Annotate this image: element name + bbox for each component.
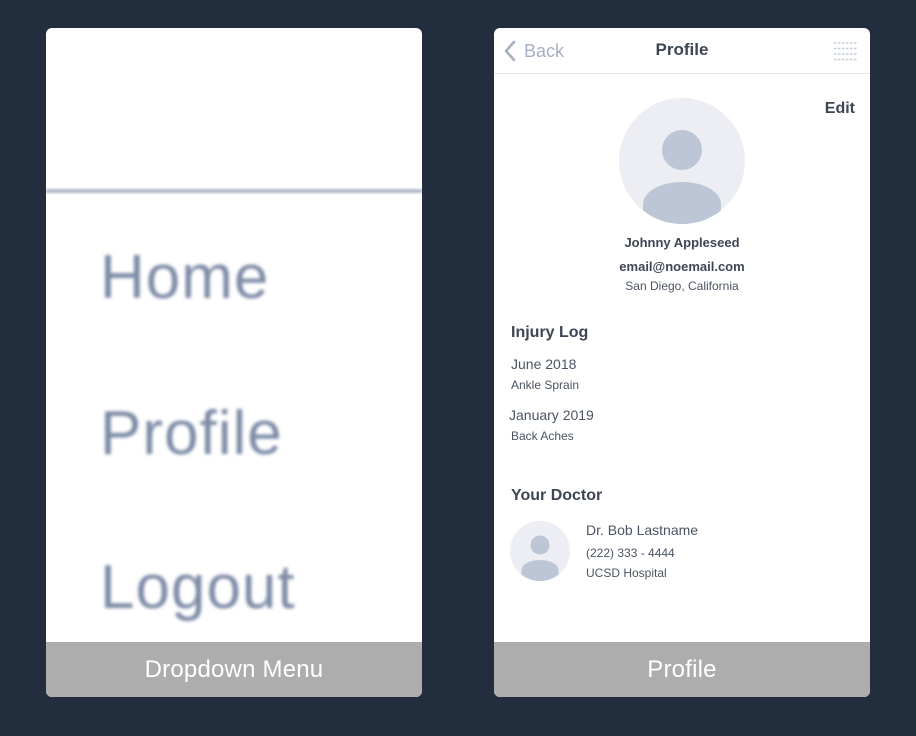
- menu-divider: [46, 189, 422, 193]
- card-caption-profile: Profile: [494, 642, 870, 697]
- user-email: email@noemail.com: [619, 259, 745, 274]
- dropdown-menu-card: Home Profile Logout Dropdown Menu: [46, 28, 422, 697]
- page-title: Profile: [655, 40, 709, 59]
- card-caption-dropdown: Dropdown Menu: [46, 642, 422, 697]
- injury-description: Ankle Sprain: [511, 378, 580, 392]
- injury-date: January 2019: [509, 407, 594, 423]
- injury-description: Back Aches: [511, 429, 574, 443]
- doctor-avatar-icon: [510, 521, 570, 581]
- menu-item-home[interactable]: Home: [100, 242, 269, 313]
- doctor-heading: Your Doctor: [511, 487, 603, 504]
- user-name: Johnny Appleseed: [624, 235, 740, 250]
- injury-log-heading: Injury Log: [511, 324, 589, 341]
- user-location: San Diego, California: [625, 279, 739, 293]
- user-avatar-icon: [619, 98, 745, 224]
- menu-icon[interactable]: [834, 41, 858, 61]
- doctor-phone: (222) 333 - 4444: [586, 546, 675, 560]
- menu-item-logout[interactable]: Logout: [100, 552, 296, 623]
- menu-item-profile[interactable]: Profile: [100, 398, 283, 469]
- profile-card: Back Profile Edit Johnny Appleseed email…: [494, 28, 870, 697]
- injury-date: June 2018: [511, 356, 577, 372]
- edit-button[interactable]: Edit: [825, 100, 855, 118]
- nav-bar: Back Profile: [494, 28, 870, 74]
- doctor-hospital: UCSD Hospital: [586, 566, 667, 580]
- doctor-name: Dr. Bob Lastname: [586, 522, 699, 538]
